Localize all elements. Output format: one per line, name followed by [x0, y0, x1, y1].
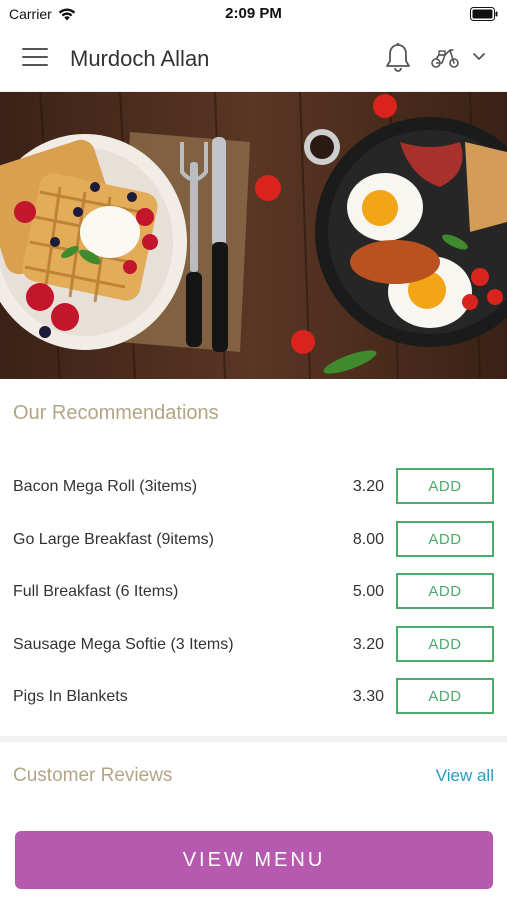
reviews-title: Customer Reviews — [13, 765, 173, 786]
add-button[interactable]: ADD — [396, 573, 494, 609]
breakfast-illustration — [0, 92, 507, 379]
app-header: Murdoch Allan — [0, 28, 507, 92]
scooter-icon[interactable] — [430, 46, 460, 70]
add-button[interactable]: ADD — [396, 468, 494, 504]
item-price: 3.20 — [352, 636, 384, 653]
recommendations-title: Our Recommendations — [13, 402, 219, 424]
item-price: 3.20 — [352, 478, 384, 495]
item-name: Bacon Mega Roll (3items) — [13, 478, 198, 495]
view-all-link[interactable]: View all — [436, 766, 494, 786]
status-bar: Carrier 2:09 PM — [0, 0, 507, 28]
recommendation-item: Full Breakfast (6 Items) 5.00 ADD — [0, 573, 507, 613]
chevron-down-icon[interactable] — [472, 52, 486, 62]
add-button[interactable]: ADD — [396, 521, 494, 557]
section-divider — [0, 736, 507, 742]
recommendation-item: Go Large Breakfast (9items) 8.00 ADD — [0, 521, 507, 561]
menu-icon[interactable] — [22, 48, 48, 70]
bell-icon[interactable] — [384, 42, 412, 74]
view-menu-button[interactable]: VIEW MENU — [15, 831, 493, 889]
recommendation-item: Pigs In Blankets 3.30 ADD — [0, 678, 507, 718]
item-name: Pigs In Blankets — [13, 688, 128, 705]
add-button[interactable]: ADD — [396, 626, 494, 662]
status-time: 2:09 PM — [225, 5, 282, 22]
battery-icon — [470, 7, 498, 21]
item-price: 8.00 — [352, 531, 384, 548]
add-button[interactable]: ADD — [396, 678, 494, 714]
item-price: 5.00 — [352, 583, 384, 600]
hero-image — [0, 92, 507, 379]
item-name: Go Large Breakfast (9items) — [13, 531, 214, 548]
recommendation-item: Sausage Mega Softie (3 Items) 3.20 ADD — [0, 626, 507, 666]
recommendation-item: Bacon Mega Roll (3items) 3.20 ADD — [0, 468, 507, 508]
item-name: Full Breakfast (6 Items) — [13, 583, 179, 600]
item-price: 3.30 — [352, 688, 384, 705]
item-name: Sausage Mega Softie (3 Items) — [13, 636, 234, 653]
page-title: Murdoch Allan — [70, 46, 210, 71]
